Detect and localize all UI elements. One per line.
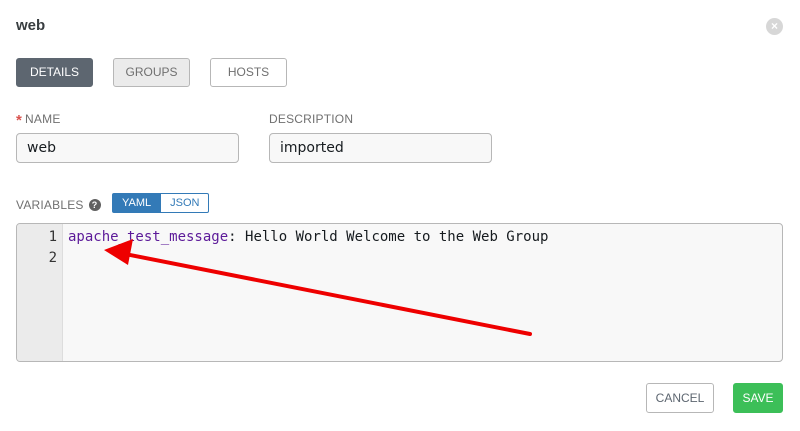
tab-hosts[interactable]: HOSTS <box>210 58 287 87</box>
name-label: * NAME <box>16 112 61 129</box>
question-circle-icon[interactable]: ? <box>88 199 101 211</box>
name-field[interactable] <box>16 133 239 163</box>
line-number: 1 <box>48 229 57 245</box>
line-number: 2 <box>48 250 57 266</box>
variables-label-text: VARIABLES <box>16 198 84 212</box>
tab-details[interactable]: DETAILS <box>16 58 93 87</box>
code-key: apache_test_message <box>68 229 229 245</box>
close-icon[interactable]: × <box>766 18 783 35</box>
variables-code-editor[interactable]: 1 2 apache_test_message: Hello World Wel… <box>16 223 783 362</box>
code-value: : Hello World Welcome to the Web Group <box>228 229 549 245</box>
required-marker: * <box>16 112 23 129</box>
name-label-text: NAME <box>25 112 61 126</box>
tab-groups[interactable]: GROUPS <box>113 58 190 87</box>
variables-label: VARIABLES ? <box>16 198 101 212</box>
variables-format-toggle: YAML JSON <box>112 193 210 213</box>
json-toggle-button[interactable]: JSON <box>161 193 210 213</box>
editor-gutter: 1 2 <box>17 224 63 361</box>
yaml-toggle-button[interactable]: YAML <box>112 193 162 213</box>
cancel-button[interactable]: CANCEL <box>646 383 714 413</box>
save-button[interactable]: SAVE <box>733 383 783 413</box>
description-field[interactable] <box>269 133 492 163</box>
code-line: apache_test_message: Hello World Welcome… <box>68 229 548 245</box>
description-label: DESCRIPTION <box>269 112 354 126</box>
modal-title: web <box>16 17 46 34</box>
